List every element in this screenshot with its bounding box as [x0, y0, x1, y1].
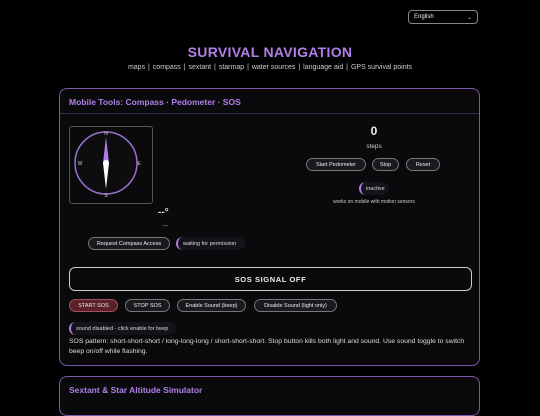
- stop-pedometer-button[interactable]: Stop: [372, 158, 399, 171]
- sextant-card: Sextant & Star Altitude Simulator: [59, 376, 480, 416]
- reset-pedometer-button[interactable]: Reset: [406, 158, 440, 171]
- start-pedometer-button[interactable]: Start Pedometer: [306, 158, 366, 171]
- sos-description: SOS pattern: short-short-short / long-lo…: [69, 338, 465, 355]
- sound-status-badge: sound disabled - click enable for beep: [69, 322, 176, 335]
- stop-sos-button[interactable]: STOP SOS: [125, 299, 170, 312]
- page-title: SURVIVAL NAVIGATION: [187, 44, 353, 60]
- language-select-value: English: [414, 14, 434, 20]
- request-compass-access-button[interactable]: Request Compass Access: [88, 237, 170, 250]
- compass-direction-value: --: [163, 223, 168, 230]
- step-count-value: 0: [370, 124, 378, 138]
- compass-label-n: N: [104, 131, 108, 137]
- compass-dial: N S E W: [74, 131, 141, 199]
- nav-link-starmap[interactable]: starmap: [218, 64, 245, 71]
- enable-sound-button[interactable]: Enable Sound (beep): [177, 299, 246, 312]
- step-count-label: steps: [366, 143, 382, 150]
- chevron-down-icon: ⌄: [466, 14, 472, 21]
- nav-link-gps-points[interactable]: GPS survival points: [350, 64, 413, 71]
- compass-label-e: E: [137, 161, 141, 167]
- top-nav: maps | compass | sextant | starmap | wat…: [127, 64, 413, 71]
- pedometer-status-badge: inactive: [359, 182, 389, 195]
- start-sos-button[interactable]: START SOS: [69, 299, 118, 312]
- compass-label-w: W: [78, 161, 83, 167]
- card-divider: [60, 113, 479, 114]
- compass-needle-pivot: [103, 160, 109, 166]
- mobile-tools-card: Mobile Tools: Compass · Pedometer · SOS …: [59, 88, 480, 366]
- mobile-tools-title: Mobile Tools: Compass · Pedometer · SOS: [69, 97, 241, 107]
- sextant-title: Sextant & Star Altitude Simulator: [69, 385, 203, 395]
- language-select[interactable]: English ⌄: [408, 10, 478, 24]
- pedometer-note: works on mobile with motion sensors: [333, 199, 415, 205]
- nav-link-sextant[interactable]: sextant: [188, 64, 213, 71]
- nav-link-language-aid[interactable]: language aid: [302, 64, 344, 71]
- nav-link-water-sources[interactable]: water sources: [251, 64, 297, 71]
- nav-link-compass[interactable]: compass: [152, 64, 182, 71]
- compass-panel: N S E W: [69, 126, 153, 204]
- disable-sound-button[interactable]: Disable Sound (light only): [254, 299, 337, 312]
- compass-status-badge: waiting for permission: [176, 237, 245, 250]
- compass-heading-value: --°: [158, 207, 169, 218]
- nav-link-maps[interactable]: maps: [127, 64, 146, 71]
- sos-signal-display: SOS SIGNAL OFF: [69, 267, 472, 291]
